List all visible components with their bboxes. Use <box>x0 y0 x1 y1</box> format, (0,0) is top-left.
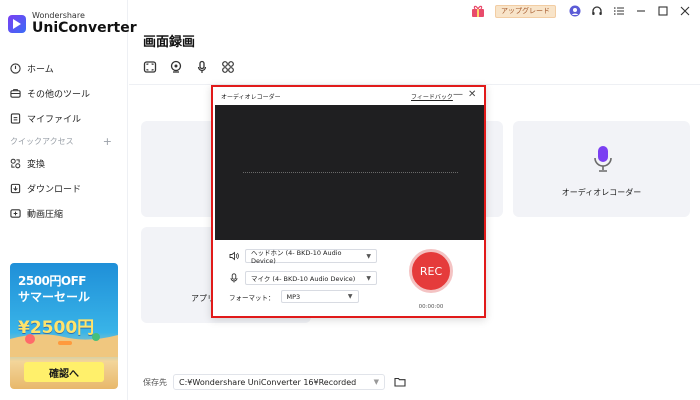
beach-illustration-icon <box>10 333 118 357</box>
close-window-icon[interactable] <box>678 4 692 18</box>
open-folder-icon[interactable] <box>394 377 406 387</box>
speaker-device-value: ヘッドホン (4- BKD-10 Audio Device) <box>251 249 342 265</box>
sidebar-item-other-tools[interactable]: その他のツール <box>0 81 128 106</box>
webcam-icon[interactable] <box>169 60 183 74</box>
minimize-window-icon[interactable] <box>634 4 648 18</box>
chevron-down-icon: ▼ <box>366 252 371 260</box>
recording-timer: 00:00:00 <box>418 304 444 310</box>
format-value: MP3 <box>286 292 301 301</box>
sidebar-item-label: ホーム <box>27 65 54 75</box>
brand-name: UniConverter <box>32 20 137 36</box>
chevron-down-icon: ▼ <box>347 293 353 300</box>
home-icon <box>10 63 21 74</box>
screen-record-icon[interactable] <box>143 60 157 74</box>
save-path-select[interactable]: C:¥Wondershare UniConverter 16¥Recorded … <box>173 374 385 390</box>
dialog-title: オーディオレコーダー <box>221 94 281 101</box>
compress-icon <box>10 208 21 219</box>
dialog-header: オーディオレコーダー フィードバック — ✕ <box>213 87 484 105</box>
format-select[interactable]: MP3 ▼ <box>280 290 359 303</box>
audio-record-icon[interactable] <box>195 60 209 74</box>
account-icon[interactable] <box>568 4 582 18</box>
sidebar-item-convert[interactable]: 変換 <box>0 151 128 176</box>
app-logo[interactable]: Wondershare UniConverter <box>8 12 137 35</box>
title-bar: アップグレード <box>471 0 700 22</box>
file-icon <box>10 113 21 124</box>
sidebar-item-label: 動画圧縮 <box>27 210 64 220</box>
sidebar: Wondershare UniConverter ホーム その他のツール マイフ… <box>0 0 137 400</box>
sidebar-item-home[interactable]: ホーム <box>0 56 128 81</box>
microphone-icon[interactable] <box>229 273 239 283</box>
uniconverter-logo-icon <box>8 14 26 33</box>
record-button[interactable]: REC <box>409 249 453 293</box>
format-row: フォーマット： MP3 ▼ <box>229 290 359 303</box>
upgrade-button[interactable]: アップグレード <box>495 4 556 18</box>
toolbox-icon <box>10 88 21 99</box>
sidebar-item-download[interactable]: ダウンロード <box>0 176 128 201</box>
speaker-device-row: ヘッドホン (4- BKD-10 Audio Device) ▼ <box>229 249 377 265</box>
speaker-device-select[interactable]: ヘッドホン (4- BKD-10 Audio Device) ▼ <box>245 249 377 265</box>
audio-recorder-card[interactable]: オーディオレコーダー <box>513 121 690 217</box>
sidebar-item-label: マイファイル <box>27 115 82 125</box>
chevron-down-icon: ▼ <box>373 378 379 386</box>
brand-small: Wondershare <box>32 11 85 20</box>
sidebar-item-label: 変換 <box>27 160 46 170</box>
mic-device-value: マイク (4- BKD-10 Audio Device) <box>251 275 356 283</box>
add-quick-access-button[interactable]: + <box>103 135 112 148</box>
download-icon <box>10 183 21 194</box>
page-title: 画面録画 <box>143 35 196 50</box>
record-mode-toolbar <box>143 60 235 74</box>
microphone-icon <box>594 146 612 172</box>
promo-confirm-button[interactable]: 確認へ <box>24 362 104 382</box>
maximize-window-icon[interactable] <box>656 4 670 18</box>
mic-device-select[interactable]: マイク (4- BKD-10 Audio Device) ▼ <box>245 271 377 285</box>
sidebar-item-label: ダウンロード <box>27 185 82 195</box>
sidebar-nav: ホーム その他のツール マイファイル クイックアクセス + 変換 ダウンロード … <box>0 56 128 226</box>
dialog-close-button[interactable]: ✕ <box>468 89 476 100</box>
sidebar-item-label: その他のツール <box>27 90 91 100</box>
quick-access-header: クイックアクセス + <box>0 131 128 151</box>
mic-device-row: マイク (4- BKD-10 Audio Device) ▼ <box>229 271 377 285</box>
dialog-minimize-button[interactable]: — <box>453 89 463 100</box>
promo-subheadline: サマーセール <box>18 290 91 304</box>
promo-headline: 2500円OFF <box>18 274 87 288</box>
save-location-bar: 保存先 C:¥Wondershare UniConverter 16¥Recor… <box>143 374 406 390</box>
sidebar-item-my-files[interactable]: マイファイル <box>0 106 128 131</box>
sidebar-item-video-compress[interactable]: 動画圧縮 <box>0 201 128 226</box>
menu-icon[interactable] <box>612 4 626 18</box>
audio-waveform-preview <box>215 105 484 240</box>
audio-recorder-dialog: オーディオレコーダー フィードバック — ✕ ヘッドホン (4- BKD-10 … <box>211 85 486 318</box>
save-location-label: 保存先 <box>143 377 167 387</box>
quick-access-label: クイックアクセス <box>10 136 74 146</box>
summer-sale-banner[interactable]: 2500円OFF サマーセール ¥2500円 確認へ <box>10 263 118 389</box>
waveform-line <box>243 172 458 173</box>
gift-icon[interactable] <box>471 5 485 17</box>
audio-recorder-label: オーディオレコーダー <box>561 188 642 197</box>
speaker-icon[interactable] <box>229 251 239 261</box>
chevron-down-icon: ▼ <box>366 274 371 282</box>
more-tools-grid-icon[interactable] <box>221 60 235 74</box>
format-label: フォーマット： <box>229 293 275 302</box>
feedback-link[interactable]: フィードバック <box>411 92 453 101</box>
convert-icon <box>10 158 21 169</box>
headset-support-icon[interactable] <box>590 4 604 18</box>
save-path-value: C:¥Wondershare UniConverter 16¥Recorded <box>179 377 357 387</box>
